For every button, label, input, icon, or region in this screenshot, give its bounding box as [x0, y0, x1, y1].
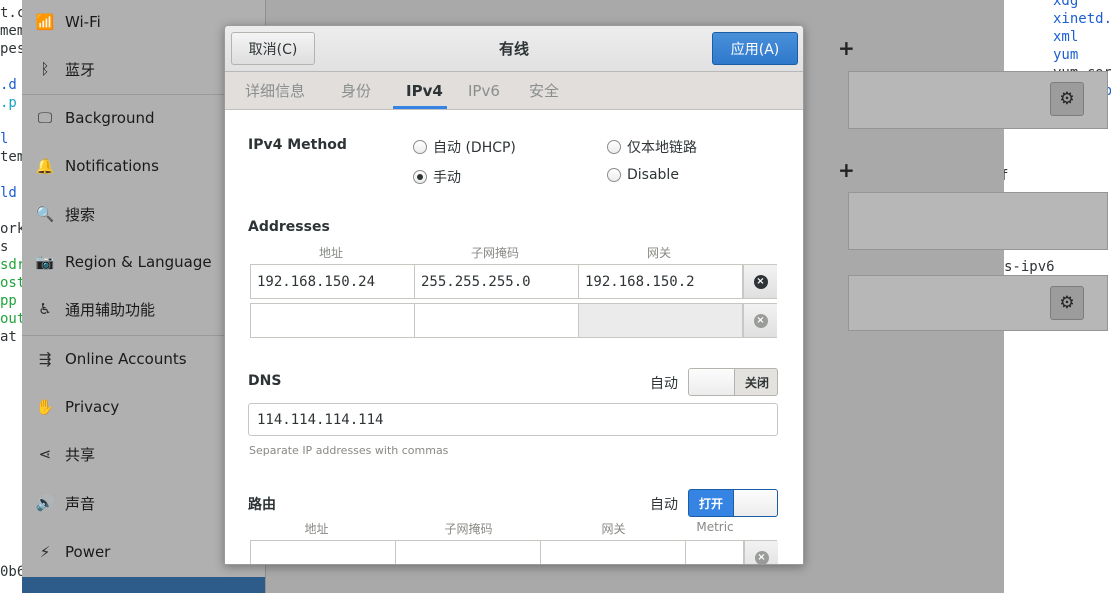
sidebar-item-label: Notifications	[65, 157, 159, 175]
netmask-column-header: 子网掩码	[470, 246, 519, 260]
sidebar-item-label: Privacy	[65, 398, 120, 416]
power-icon: ⚡	[39, 543, 51, 561]
routes-auto-state: 打开	[698, 496, 723, 511]
sidebar-item-label: Background	[65, 109, 155, 127]
online-accounts-icon: ⇶	[38, 350, 52, 368]
ipv4-page: IPv4 Method 自动 (DHCP) 仅本地链路 手动 Disable A…	[225, 110, 803, 564]
routes-auto-label: 自动	[650, 497, 678, 513]
dns-hint: Separate IP addresses with commas	[249, 444, 449, 457]
tab-ipv4[interactable]: IPv4	[406, 72, 443, 109]
route-metric-column-header: Metric	[696, 520, 734, 534]
sidebar-item-label: 通用辅助功能	[65, 300, 156, 319]
addresses-label: Addresses	[248, 219, 330, 235]
sidebar-item-label: Power	[65, 543, 111, 561]
dialog-tabs: 详细信息 身份 IPv4 IPv6 安全	[225, 72, 803, 110]
radio-link-local-label: 仅本地链路	[627, 140, 697, 156]
radio-button-checked[interactable]	[413, 170, 427, 184]
wired-settings-dialog: 取消(C) 有线 应用(A) 详细信息 身份 IPv4 IPv6 安全 IPv4…	[224, 25, 804, 565]
route-address-input[interactable]	[251, 541, 396, 564]
terminal-line: xml	[1053, 29, 1079, 45]
route-netmask-column-header: 子网掩码	[444, 522, 493, 536]
dns-auto-state: 关闭	[744, 375, 769, 390]
dns-input[interactable]: 114.114.114.114	[248, 403, 778, 436]
gateway-input[interactable]	[579, 304, 743, 337]
speaker-icon: 🔊	[35, 494, 55, 512]
route-metric-input[interactable]	[686, 541, 744, 564]
apply-button[interactable]: 应用(A)	[712, 32, 798, 65]
sidebar-item-label: Wi-Fi	[65, 13, 101, 31]
address-input[interactable]: 192.168.150.24	[251, 265, 415, 298]
active-tab-indicator	[393, 106, 447, 109]
address-input[interactable]	[251, 304, 415, 337]
terminal-line: xinetd.	[1053, 11, 1111, 27]
delete-icon: ×	[753, 274, 768, 289]
sidebar-item-label: Region & Language	[65, 253, 212, 271]
sidebar-item-label: 搜索	[65, 205, 96, 224]
delete-address-button[interactable]: ×	[743, 304, 777, 337]
delete-route-button[interactable]: ×	[744, 541, 778, 564]
ipv4-method-label: IPv4 Method	[248, 137, 347, 153]
add-icon[interactable]: +	[838, 158, 855, 182]
dns-auto-label: 自动	[650, 376, 678, 392]
gear-icon[interactable]: ⚙	[1050, 82, 1084, 116]
netmask-input[interactable]: 255.255.255.0	[415, 265, 579, 298]
radio-manual[interactable]: 手动	[413, 167, 461, 187]
gear-icon[interactable]: ⚙	[1050, 286, 1084, 320]
sidebar-item-label: 声音	[65, 494, 96, 513]
radio-button[interactable]	[607, 168, 621, 182]
address-row-empty: ×	[250, 303, 777, 338]
tab-security[interactable]: 安全	[529, 72, 559, 109]
switch-knob	[689, 369, 735, 395]
sidebar-item-label: Online Accounts	[65, 350, 187, 368]
gateway-column-header: 网关	[646, 246, 671, 260]
netmask-input[interactable]	[415, 304, 579, 337]
wifi-icon: 📶	[35, 13, 55, 31]
address-column-header: 地址	[318, 246, 343, 260]
tab-details[interactable]: 详细信息	[245, 72, 305, 109]
radio-link-local[interactable]: 仅本地链路	[607, 137, 697, 157]
bluetooth-icon: ᛒ	[40, 60, 50, 78]
delete-icon: ×	[753, 313, 768, 328]
route-row: ×	[250, 540, 778, 564]
radio-disable-label: Disable	[627, 167, 679, 183]
tab-ipv6[interactable]: IPv6	[468, 72, 500, 109]
radio-manual-label: 手动	[433, 170, 461, 186]
dns-label: DNS	[248, 373, 282, 389]
route-gateway-column-header: 网关	[601, 522, 626, 536]
terminal-line: yum	[1053, 47, 1079, 63]
radio-button[interactable]	[413, 140, 427, 154]
switch-knob	[733, 490, 777, 516]
accessibility-icon: ♿	[38, 300, 52, 318]
camera-icon: 📷	[35, 253, 55, 271]
cancel-button[interactable]: 取消(C)	[231, 32, 315, 65]
routes-auto-switch[interactable]: 打开	[688, 489, 778, 517]
delete-address-button[interactable]: ×	[743, 265, 777, 298]
vpn-panel	[848, 192, 1108, 250]
route-gateway-input[interactable]	[541, 541, 686, 564]
sidebar-item-label: 共享	[65, 445, 96, 464]
radio-disable[interactable]: Disable	[607, 167, 679, 183]
sidebar-item-label: 蓝牙	[65, 60, 96, 79]
radio-auto-dhcp[interactable]: 自动 (DHCP)	[413, 137, 516, 157]
terminal-ipv6-text: s-ipv6	[1004, 259, 1055, 275]
terminal-line: xdg	[1053, 0, 1079, 9]
gateway-input[interactable]: 192.168.150.2	[579, 265, 743, 298]
dialog-headerbar: 取消(C) 有线 应用(A)	[225, 26, 803, 72]
background-icon: 🖵	[37, 109, 53, 127]
delete-icon: ×	[754, 550, 769, 564]
bell-icon: 🔔	[35, 157, 55, 175]
radio-button[interactable]	[607, 140, 621, 154]
dns-auto-switch[interactable]: 关闭	[688, 368, 778, 396]
hand-icon: ✋	[35, 398, 55, 416]
route-netmask-input[interactable]	[396, 541, 541, 564]
search-icon: 🔍	[35, 205, 55, 223]
address-row: 192.168.150.24 255.255.255.0 192.168.150…	[250, 264, 777, 299]
share-icon: ⋖	[38, 445, 52, 463]
tab-identity[interactable]: 身份	[341, 72, 371, 109]
route-address-column-header: 地址	[304, 522, 329, 536]
add-icon[interactable]: +	[838, 36, 855, 60]
routes-label: 路由	[248, 497, 276, 513]
radio-auto-dhcp-label: 自动 (DHCP)	[433, 140, 516, 156]
sidebar-selected-item[interactable]	[22, 577, 265, 593]
